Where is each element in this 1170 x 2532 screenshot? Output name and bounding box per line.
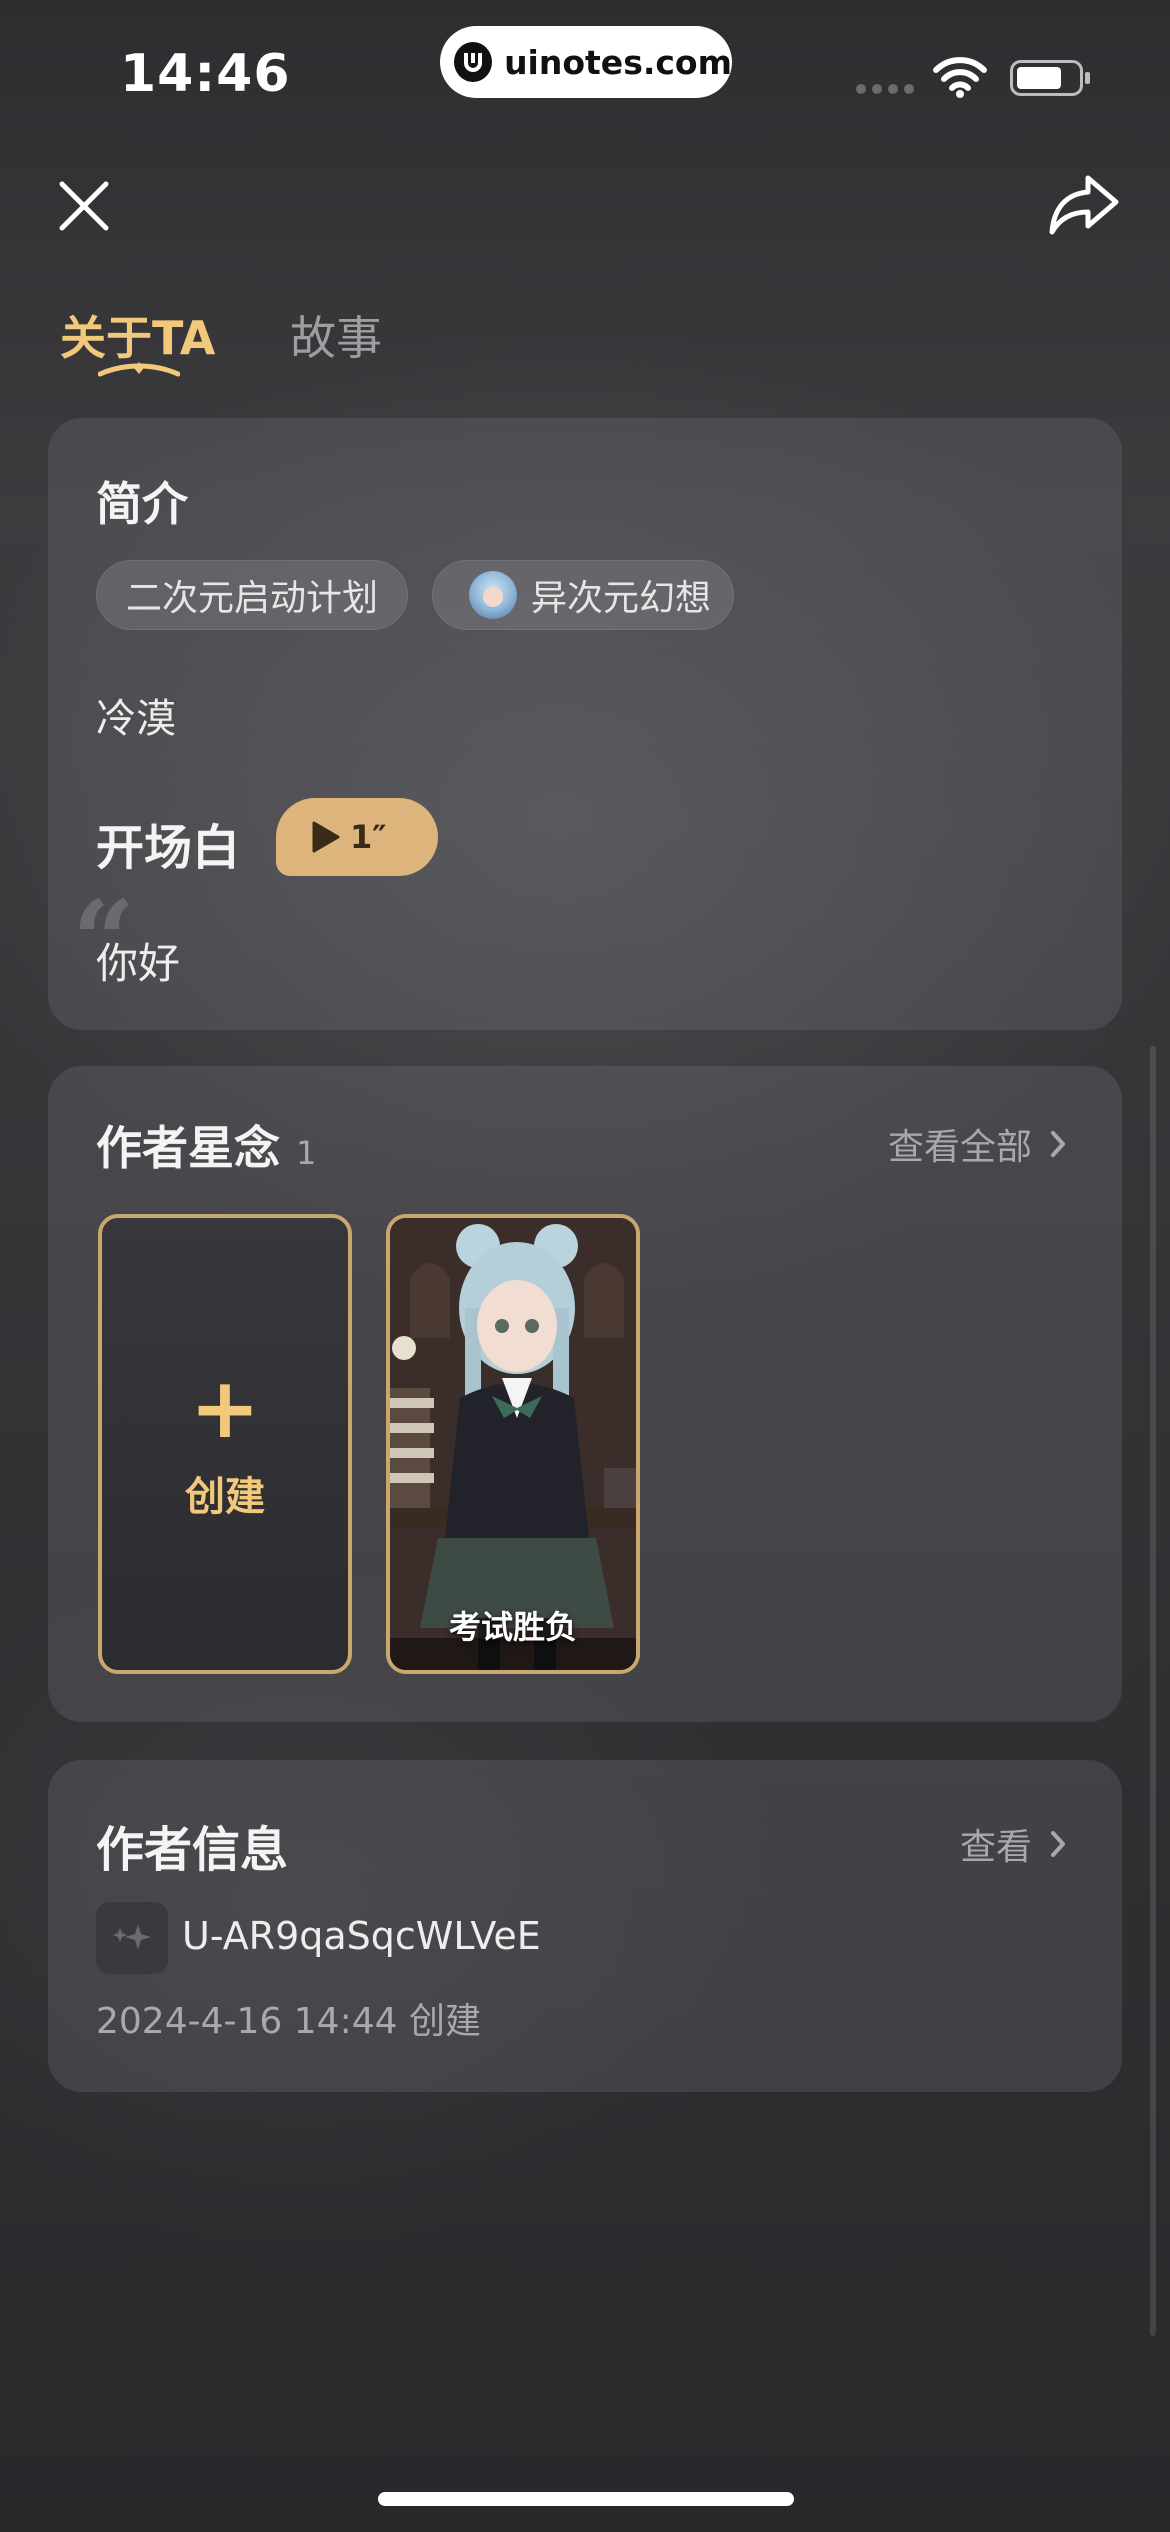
tab-active-indicator (98, 362, 180, 377)
share-icon[interactable] (1048, 170, 1120, 238)
work-card[interactable]: 考试胜负 (386, 1214, 640, 1674)
author-avatar[interactable] (96, 1902, 168, 1974)
wifi-icon (933, 57, 987, 98)
create-work-button[interactable]: + 创建 (98, 1214, 352, 1674)
status-time: 14:46 (120, 44, 291, 104)
play-icon (312, 821, 340, 853)
voice-duration: 1″ (350, 818, 387, 856)
works-title: 作者星念 (96, 1121, 280, 1175)
description-text: 冷漠 (96, 696, 176, 742)
author-created-date: 2024-4-16 14:44 创建 (96, 2001, 481, 2042)
works-header: 作者星念 1 (96, 1112, 316, 1178)
view-author-label: 查看 (959, 1827, 1032, 1868)
close-icon[interactable] (56, 178, 112, 234)
tag-chip[interactable]: 二次元启动计划 (96, 560, 408, 630)
tag-avatar-icon (469, 571, 517, 619)
status-bar: 14:46 uinotes.com (0, 0, 1170, 130)
plus-icon: + (189, 1359, 261, 1457)
view-author-link[interactable]: 查看 (960, 1818, 1066, 1870)
author-user-id: U-AR9qaSqcWLVeE (182, 1914, 541, 1958)
scrollbar[interactable] (1150, 1046, 1156, 2336)
intro-card: 简介 (48, 418, 1122, 1030)
intro-title: 简介 (96, 477, 188, 531)
cellular-signal-icon (856, 84, 914, 94)
tab-about[interactable]: 关于TA (60, 302, 215, 368)
author-section-title: 作者信息 (96, 1822, 289, 1878)
tag-chip[interactable]: 异次元幻想 (432, 560, 734, 630)
site-logo-icon (454, 42, 493, 82)
url-text: uinotes.com (504, 42, 732, 82)
tag-label: 异次元幻想 (531, 578, 712, 619)
view-all-label: 查看全部 (887, 1127, 1032, 1168)
greeting-text: 你好 (96, 939, 181, 988)
voice-play-button[interactable]: 1″ (276, 798, 438, 876)
tab-story[interactable]: 故事 (290, 302, 382, 368)
create-label: 创建 (185, 1474, 265, 1520)
chevron-right-icon (1051, 1831, 1065, 1857)
view-all-link[interactable]: 查看全部 (888, 1118, 1066, 1170)
works-count: 1 (296, 1134, 317, 1172)
screen: 14:46 uinotes.com 关于TA 故事 简介 二次元启动计划 异次元… (0, 0, 1170, 2532)
work-title: 考试胜负 (448, 1608, 577, 1646)
sparkle-icon (113, 1924, 151, 1950)
opening-line-title: 开场白 (96, 820, 241, 876)
chevron-right-icon (1051, 1131, 1065, 1157)
battery-icon (1010, 60, 1090, 96)
tag-label: 二次元启动计划 (125, 578, 378, 619)
url-pill[interactable]: uinotes.com (440, 26, 732, 98)
home-indicator[interactable] (378, 2492, 794, 2506)
